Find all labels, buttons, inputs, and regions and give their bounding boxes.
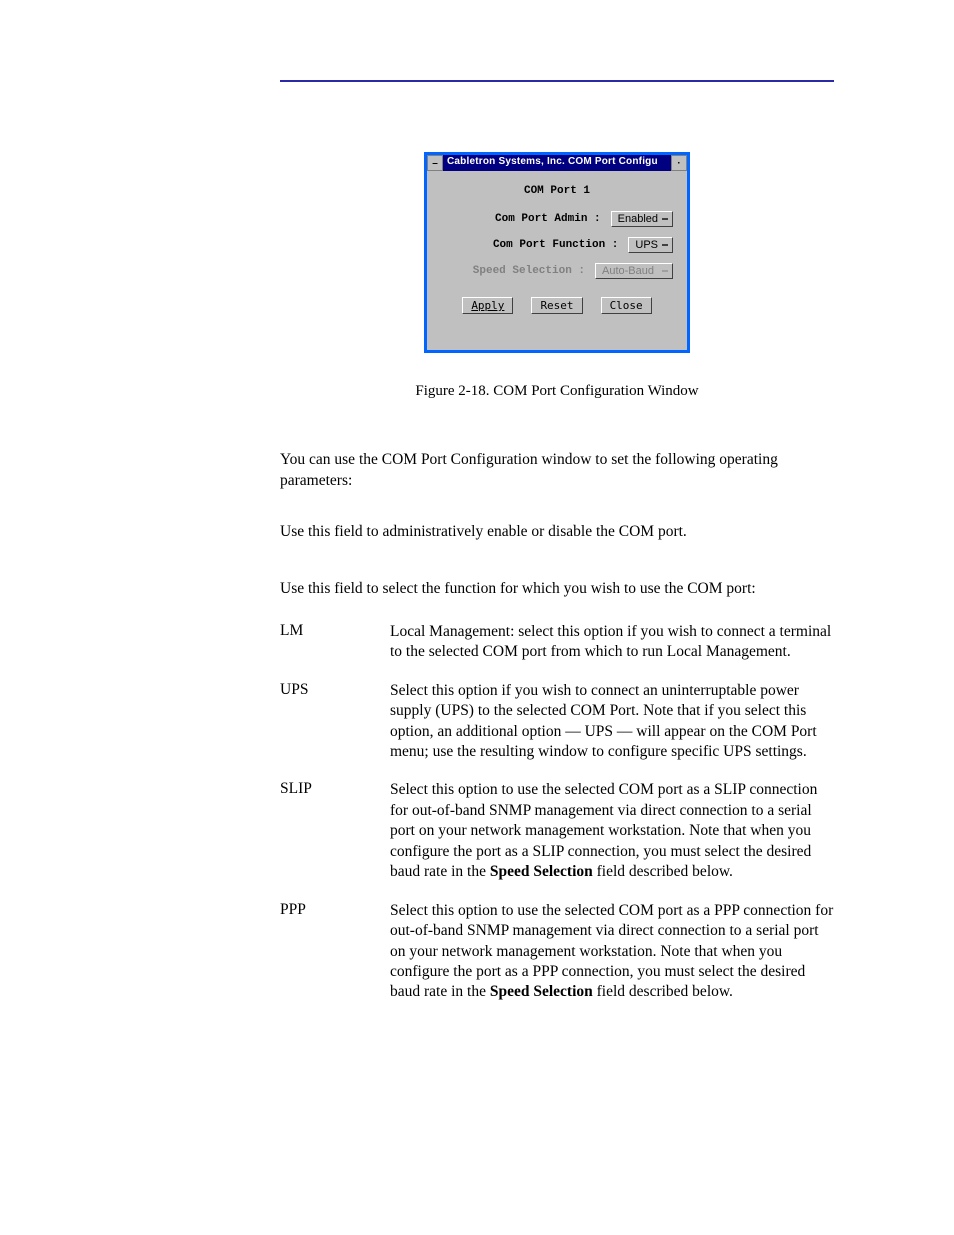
dialog-button-row: Apply Reset Close (441, 297, 673, 314)
term-slip: SLIP (280, 780, 390, 882)
select-com-port-function[interactable]: UPS (628, 237, 673, 253)
function-description: Use this field to select the function fo… (280, 579, 834, 600)
dialog-title: Cabletron Systems, Inc. COM Port Configu (443, 155, 671, 171)
figure-caption: Figure 2-18. COM Port Configuration Wind… (280, 383, 834, 400)
label-com-port-function: Com Port Function : (493, 239, 618, 251)
window-iconify-icon[interactable]: · (671, 155, 687, 171)
row-com-port-admin: Com Port Admin : Enabled (441, 211, 673, 227)
desc-slip: Select this option to use the selected C… (390, 780, 834, 882)
row-speed-selection: Speed Selection : Auto-Baud (441, 263, 673, 279)
dialog-titlebar: – Cabletron Systems, Inc. COM Port Confi… (427, 155, 687, 171)
select-com-port-admin[interactable]: Enabled (611, 211, 673, 227)
desc-slip-bold: Speed Selection (490, 863, 593, 880)
com-port-dialog: – Cabletron Systems, Inc. COM Port Confi… (424, 152, 690, 353)
term-lm: LM (280, 622, 390, 663)
desc-ppp-post: field described below. (593, 983, 733, 1000)
desc-lm: Local Management: select this option if … (390, 622, 834, 663)
dialog-header: COM Port 1 (441, 185, 673, 197)
desc-ups: Select this option if you wish to connec… (390, 681, 834, 763)
apply-button[interactable]: Apply (462, 297, 513, 314)
select-speed-selection: Auto-Baud (595, 263, 673, 279)
window-menu-icon[interactable]: – (427, 155, 443, 171)
header-rule (280, 80, 834, 82)
def-ppp: PPP Select this option to use the select… (280, 901, 834, 1003)
def-slip: SLIP Select this option to use the selec… (280, 780, 834, 882)
desc-ppp-bold: Speed Selection (490, 983, 593, 1000)
desc-slip-post: field described below. (593, 863, 733, 880)
reset-button[interactable]: Reset (531, 297, 582, 314)
com-port-dialog-figure: – Cabletron Systems, Inc. COM Port Confi… (424, 152, 690, 353)
def-ups: UPS Select this option if you wish to co… (280, 681, 834, 763)
desc-ppp: Select this option to use the selected C… (390, 901, 834, 1003)
close-button[interactable]: Close (601, 297, 652, 314)
intro-paragraph: You can use the COM Port Configuration w… (280, 450, 834, 492)
admin-description: Use this field to administratively enabl… (280, 522, 834, 543)
label-speed-selection: Speed Selection : (473, 265, 585, 277)
term-ups: UPS (280, 681, 390, 763)
term-ppp: PPP (280, 901, 390, 1003)
def-lm: LM Local Management: select this option … (280, 622, 834, 663)
label-com-port-admin: Com Port Admin : (495, 213, 601, 225)
function-definitions: LM Local Management: select this option … (280, 622, 834, 1003)
row-com-port-function: Com Port Function : UPS (441, 237, 673, 253)
